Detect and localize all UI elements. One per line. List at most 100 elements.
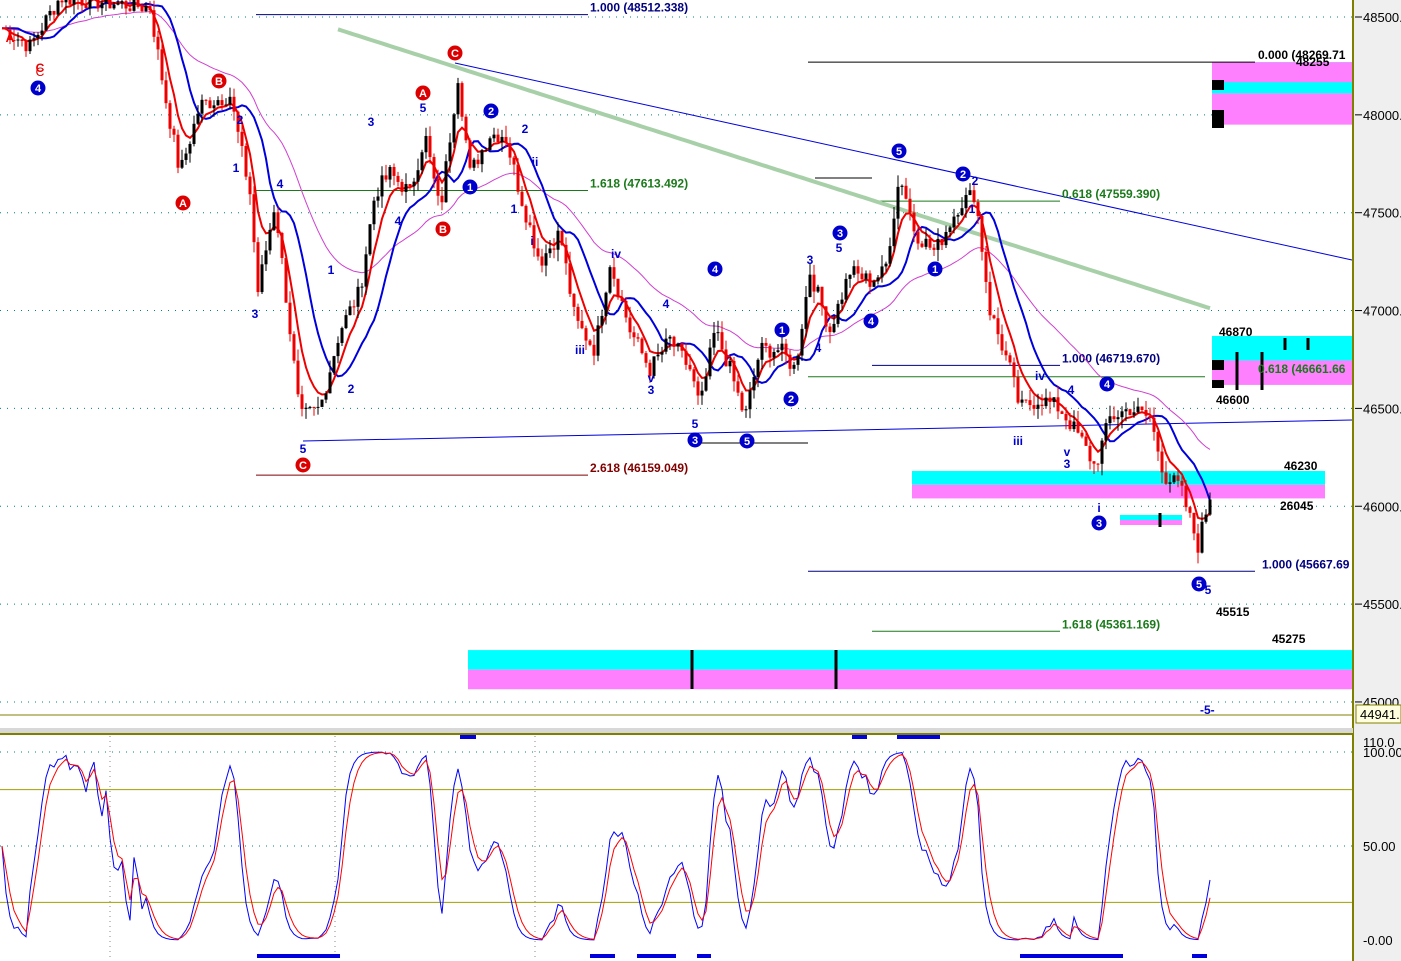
- candle-body: [572, 293, 576, 307]
- candle-body: [112, 4, 116, 9]
- candle-body: [388, 167, 392, 180]
- candle-body: [580, 320, 584, 329]
- candle-body: [40, 30, 44, 35]
- candle-body: [676, 343, 680, 347]
- candle-body: [420, 152, 424, 171]
- candle-body: [272, 212, 276, 230]
- candle-body: [496, 134, 500, 143]
- candle-body: [492, 134, 496, 139]
- candle-body: [1168, 482, 1172, 484]
- candle-body: [860, 273, 864, 280]
- candle-body: [628, 317, 632, 333]
- candle-body: [188, 143, 192, 154]
- candle-body: [84, 5, 88, 9]
- candle-body: [520, 191, 524, 206]
- panel-splitter[interactable]: [0, 728, 1353, 733]
- candle-body: [984, 251, 988, 282]
- candle-body: [852, 266, 856, 275]
- candle-body: [1096, 463, 1100, 465]
- price-label: 46600: [1216, 393, 1250, 407]
- candle-body: [1144, 409, 1148, 416]
- wave-circle-label: A: [179, 198, 187, 210]
- fibonacci-level-label: 1.000 (45667.69: [1262, 557, 1350, 571]
- candle-body: [176, 134, 180, 168]
- candle-body: [976, 202, 980, 216]
- candle-body: [288, 302, 292, 335]
- candle-body: [1032, 405, 1036, 409]
- candle-body: [1152, 417, 1156, 432]
- candle-body: [636, 337, 640, 339]
- candle-body: [752, 377, 756, 391]
- candle-body: [412, 181, 416, 187]
- candle-body: [1092, 461, 1096, 464]
- candle-body: [824, 306, 828, 327]
- candle-body: [576, 306, 580, 321]
- candle-body: [48, 10, 52, 16]
- candle-body: [1120, 411, 1124, 418]
- candle-body: [640, 338, 644, 354]
- candle-body: [560, 230, 564, 245]
- candle-body: [1200, 521, 1204, 553]
- candle-body: [600, 315, 604, 326]
- wave-label: 3: [807, 253, 814, 267]
- candle-body: [136, 0, 140, 7]
- price-label: 46230: [1284, 459, 1318, 473]
- candle-body: [168, 103, 172, 129]
- candle-body: [1060, 411, 1064, 414]
- time-marker: [460, 735, 476, 739]
- candle-body: [900, 185, 904, 187]
- time-marker: [697, 954, 711, 958]
- price-label: 48255: [1296, 55, 1330, 69]
- candle-body: [268, 229, 272, 251]
- wave-circle-label: 1: [779, 325, 785, 337]
- candle-body: [1132, 412, 1136, 416]
- candle-body: [24, 41, 28, 52]
- candle-body: [384, 175, 388, 180]
- price-axis-label: 48000.: [1363, 108, 1401, 123]
- wave-label: 2: [522, 122, 529, 136]
- wave-circle-label: 3: [837, 228, 843, 240]
- candle-body: [660, 351, 664, 355]
- wave-label: 5: [836, 241, 843, 255]
- candle-body: [656, 354, 660, 357]
- zone-marker: [1212, 110, 1224, 128]
- candle-body: [248, 176, 252, 195]
- wave-circle-label: 1: [467, 182, 473, 194]
- candle-body: [1100, 440, 1104, 464]
- candle-body: [64, 0, 68, 3]
- candle-body: [956, 215, 960, 217]
- candle-body: [304, 407, 308, 409]
- candle-body: [240, 131, 244, 146]
- wave-label: 4: [277, 177, 284, 191]
- candle-body: [748, 390, 752, 410]
- candle-body: [844, 278, 848, 300]
- price-label: 45275: [1272, 632, 1306, 646]
- fibonacci-level-label: 1.618 (47613.492): [590, 176, 688, 190]
- candle-body: [320, 399, 324, 407]
- candle-body: [820, 286, 824, 307]
- candle-body: [500, 136, 504, 143]
- candle-body: [1000, 334, 1004, 351]
- candle-body: [80, 0, 84, 6]
- candle-body: [372, 200, 376, 225]
- candle-body: [196, 113, 200, 124]
- candle-body: [376, 196, 380, 201]
- candle-body: [1108, 416, 1112, 424]
- candle-body: [672, 336, 676, 347]
- candle-body: [1044, 397, 1048, 407]
- candle-body: [72, 0, 76, 5]
- candle-body: [828, 326, 832, 333]
- candle-body: [728, 360, 732, 367]
- candle-body: [784, 343, 788, 355]
- candle-body: [360, 286, 364, 288]
- candle-body: [804, 297, 808, 329]
- candle-body: [692, 369, 696, 382]
- wave-label: 5: [692, 417, 699, 431]
- wave-label: 3: [368, 115, 375, 129]
- candle-body: [100, 2, 104, 9]
- candle-body: [368, 224, 372, 255]
- candle-body: [1112, 416, 1116, 420]
- candle-body: [624, 300, 628, 318]
- candle-body: [396, 175, 400, 182]
- price-axis-label: 47000.: [1363, 304, 1401, 319]
